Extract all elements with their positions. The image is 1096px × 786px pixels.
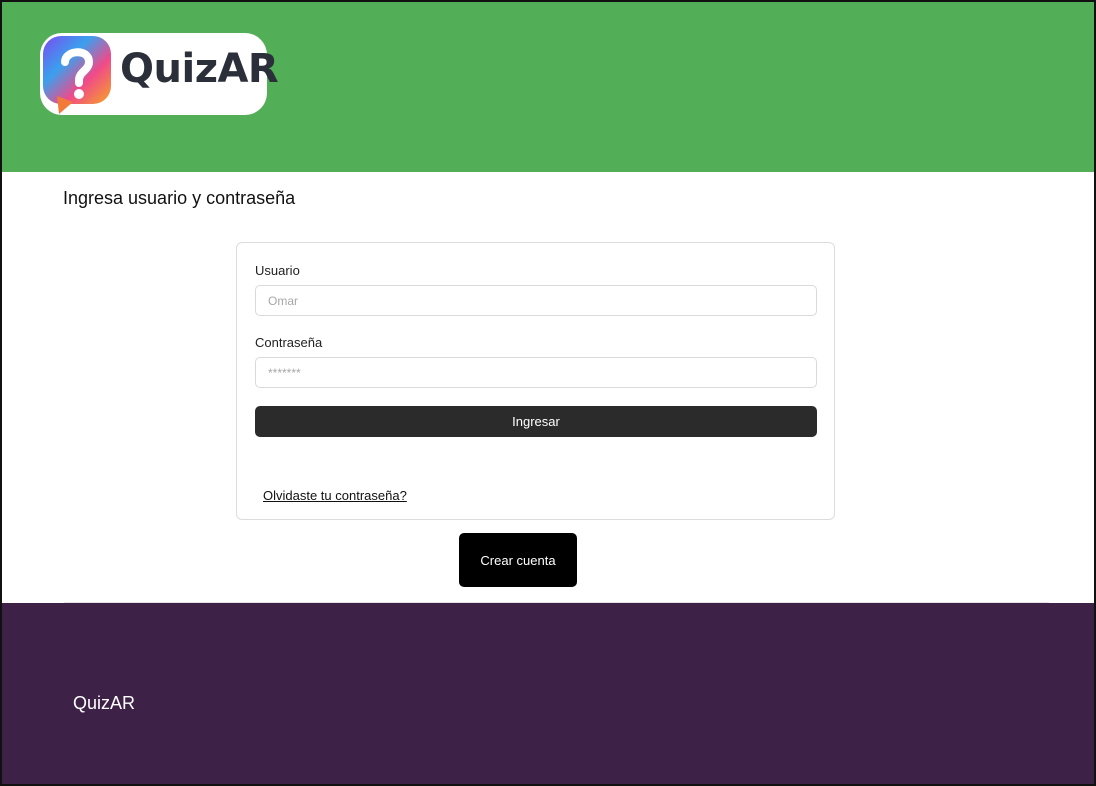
login-button[interactable]: Ingresar: [255, 406, 817, 437]
password-label: Contraseña: [255, 335, 323, 350]
username-input[interactable]: [255, 285, 817, 316]
header: QuizAR: [2, 2, 1094, 172]
password-input[interactable]: [255, 357, 817, 388]
forgot-password-link[interactable]: Olvidaste tu contraseña?: [263, 488, 407, 503]
question-bubble-icon: [43, 36, 111, 114]
logo[interactable]: QuizAR: [40, 33, 279, 115]
page-subtitle: Ingresa usuario y contraseña: [63, 188, 296, 208]
page-frame: QuizAR Ingresa usuario y contraseña Usua…: [0, 0, 1096, 786]
footer-brand: QuizAR: [73, 693, 136, 713]
username-label: Usuario: [255, 263, 300, 278]
create-account-button[interactable]: Crear cuenta: [459, 533, 577, 587]
logo-text: QuizAR: [120, 46, 279, 92]
login-card: Usuario Contraseña Ingresar Olvidaste tu…: [236, 242, 835, 520]
footer: QuizAR: [2, 603, 1094, 784]
